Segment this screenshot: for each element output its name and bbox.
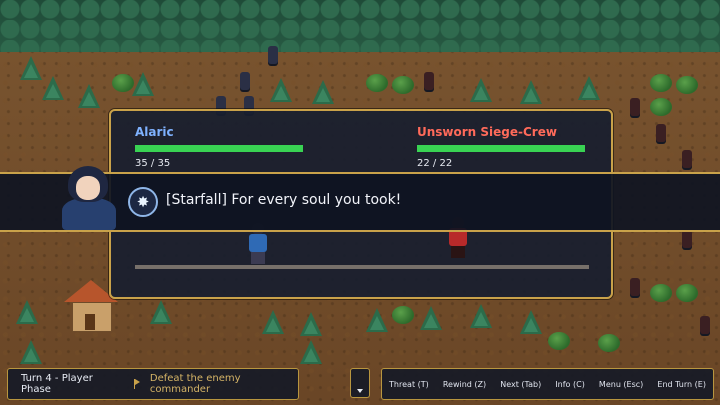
pine-tree [78, 84, 100, 108]
dialogue-line: For every soul you took! [231, 192, 402, 208]
enemy-map-unit[interactable] [700, 316, 710, 334]
ally-name: Alaric [135, 125, 174, 139]
oak-tree [392, 306, 414, 324]
village-house[interactable] [64, 280, 118, 332]
objective-text: Defeat the enemy commander [149, 373, 241, 395]
oak-tree [366, 74, 388, 92]
enemy-map-unit[interactable] [682, 150, 692, 168]
map-unit[interactable] [268, 46, 278, 64]
map-unit[interactable] [240, 72, 250, 90]
enemy-map-unit[interactable] [630, 98, 640, 116]
pine-tree [470, 304, 492, 328]
pine-tree [312, 80, 334, 104]
menu-button[interactable]: Menu (Esc) [599, 380, 643, 389]
pine-tree [20, 56, 42, 80]
expand-panel-button[interactable] [350, 368, 370, 398]
ally-hp-fill [135, 145, 303, 152]
oak-tree [112, 74, 134, 92]
enemy-hp-bar [417, 145, 585, 152]
next-unit-button[interactable]: Next (Tab) [500, 380, 541, 389]
pine-tree [520, 80, 542, 104]
ally-hp-text: 35 / 35 [135, 158, 171, 169]
oak-tree [650, 284, 672, 302]
oak-tree [392, 76, 414, 94]
oak-tree [650, 98, 672, 116]
enemy-map-unit[interactable] [656, 124, 666, 142]
pine-tree [20, 340, 42, 364]
enemy-combatant: Unsworn Siege-Crew 22 / 22 [417, 125, 587, 169]
oak-tree [676, 284, 698, 302]
pine-tree [42, 76, 64, 100]
turn-phase-label: Turn 4 - Player Phase [21, 373, 93, 395]
starburst-icon: ✸ [128, 187, 158, 217]
info-button[interactable]: Info (C) [555, 380, 585, 389]
pine-tree [300, 312, 322, 336]
enemy-map-unit[interactable] [424, 72, 434, 90]
arena-floor [135, 265, 589, 269]
pine-tree [420, 306, 442, 330]
ally-hp-bar [135, 145, 303, 152]
pine-tree [366, 308, 388, 332]
command-bar: Threat (T) Rewind (Z) Next (Tab) Info (C… [381, 368, 714, 400]
enemy-hp-text: 22 / 22 [417, 158, 453, 169]
enemy-map-unit[interactable] [682, 230, 692, 248]
pine-tree [270, 78, 292, 102]
skill-name: [Starfall] [166, 192, 227, 208]
pine-tree [470, 78, 492, 102]
enemy-hp-fill [417, 145, 585, 152]
enemy-name: Unsworn Siege-Crew [417, 125, 557, 139]
pine-tree [16, 300, 38, 324]
turn-phase-panel: Turn 4 - Player Phase Defeat the enemy c… [7, 368, 299, 400]
ally-combatant: Alaric 35 / 35 [135, 125, 305, 169]
skill-dialogue-text: [Starfall] For every soul you took! [166, 192, 401, 208]
rewind-button[interactable]: Rewind (Z) [443, 380, 486, 389]
pine-tree [300, 340, 322, 364]
pine-tree [132, 72, 154, 96]
pine-tree [578, 76, 600, 100]
end-turn-button[interactable]: End Turn (E) [657, 380, 706, 389]
pine-tree [150, 300, 172, 324]
chevron-down-icon [357, 389, 363, 393]
oak-tree [676, 76, 698, 94]
pine-tree [262, 310, 284, 334]
oak-tree [598, 334, 620, 352]
oak-tree [548, 332, 570, 350]
forest-border [0, 0, 720, 52]
threat-button[interactable]: Threat (T) [389, 380, 429, 389]
hero-portrait [58, 160, 120, 230]
oak-tree [650, 74, 672, 92]
house-door [85, 314, 95, 330]
enemy-map-unit[interactable] [630, 278, 640, 296]
pine-tree [520, 310, 542, 334]
